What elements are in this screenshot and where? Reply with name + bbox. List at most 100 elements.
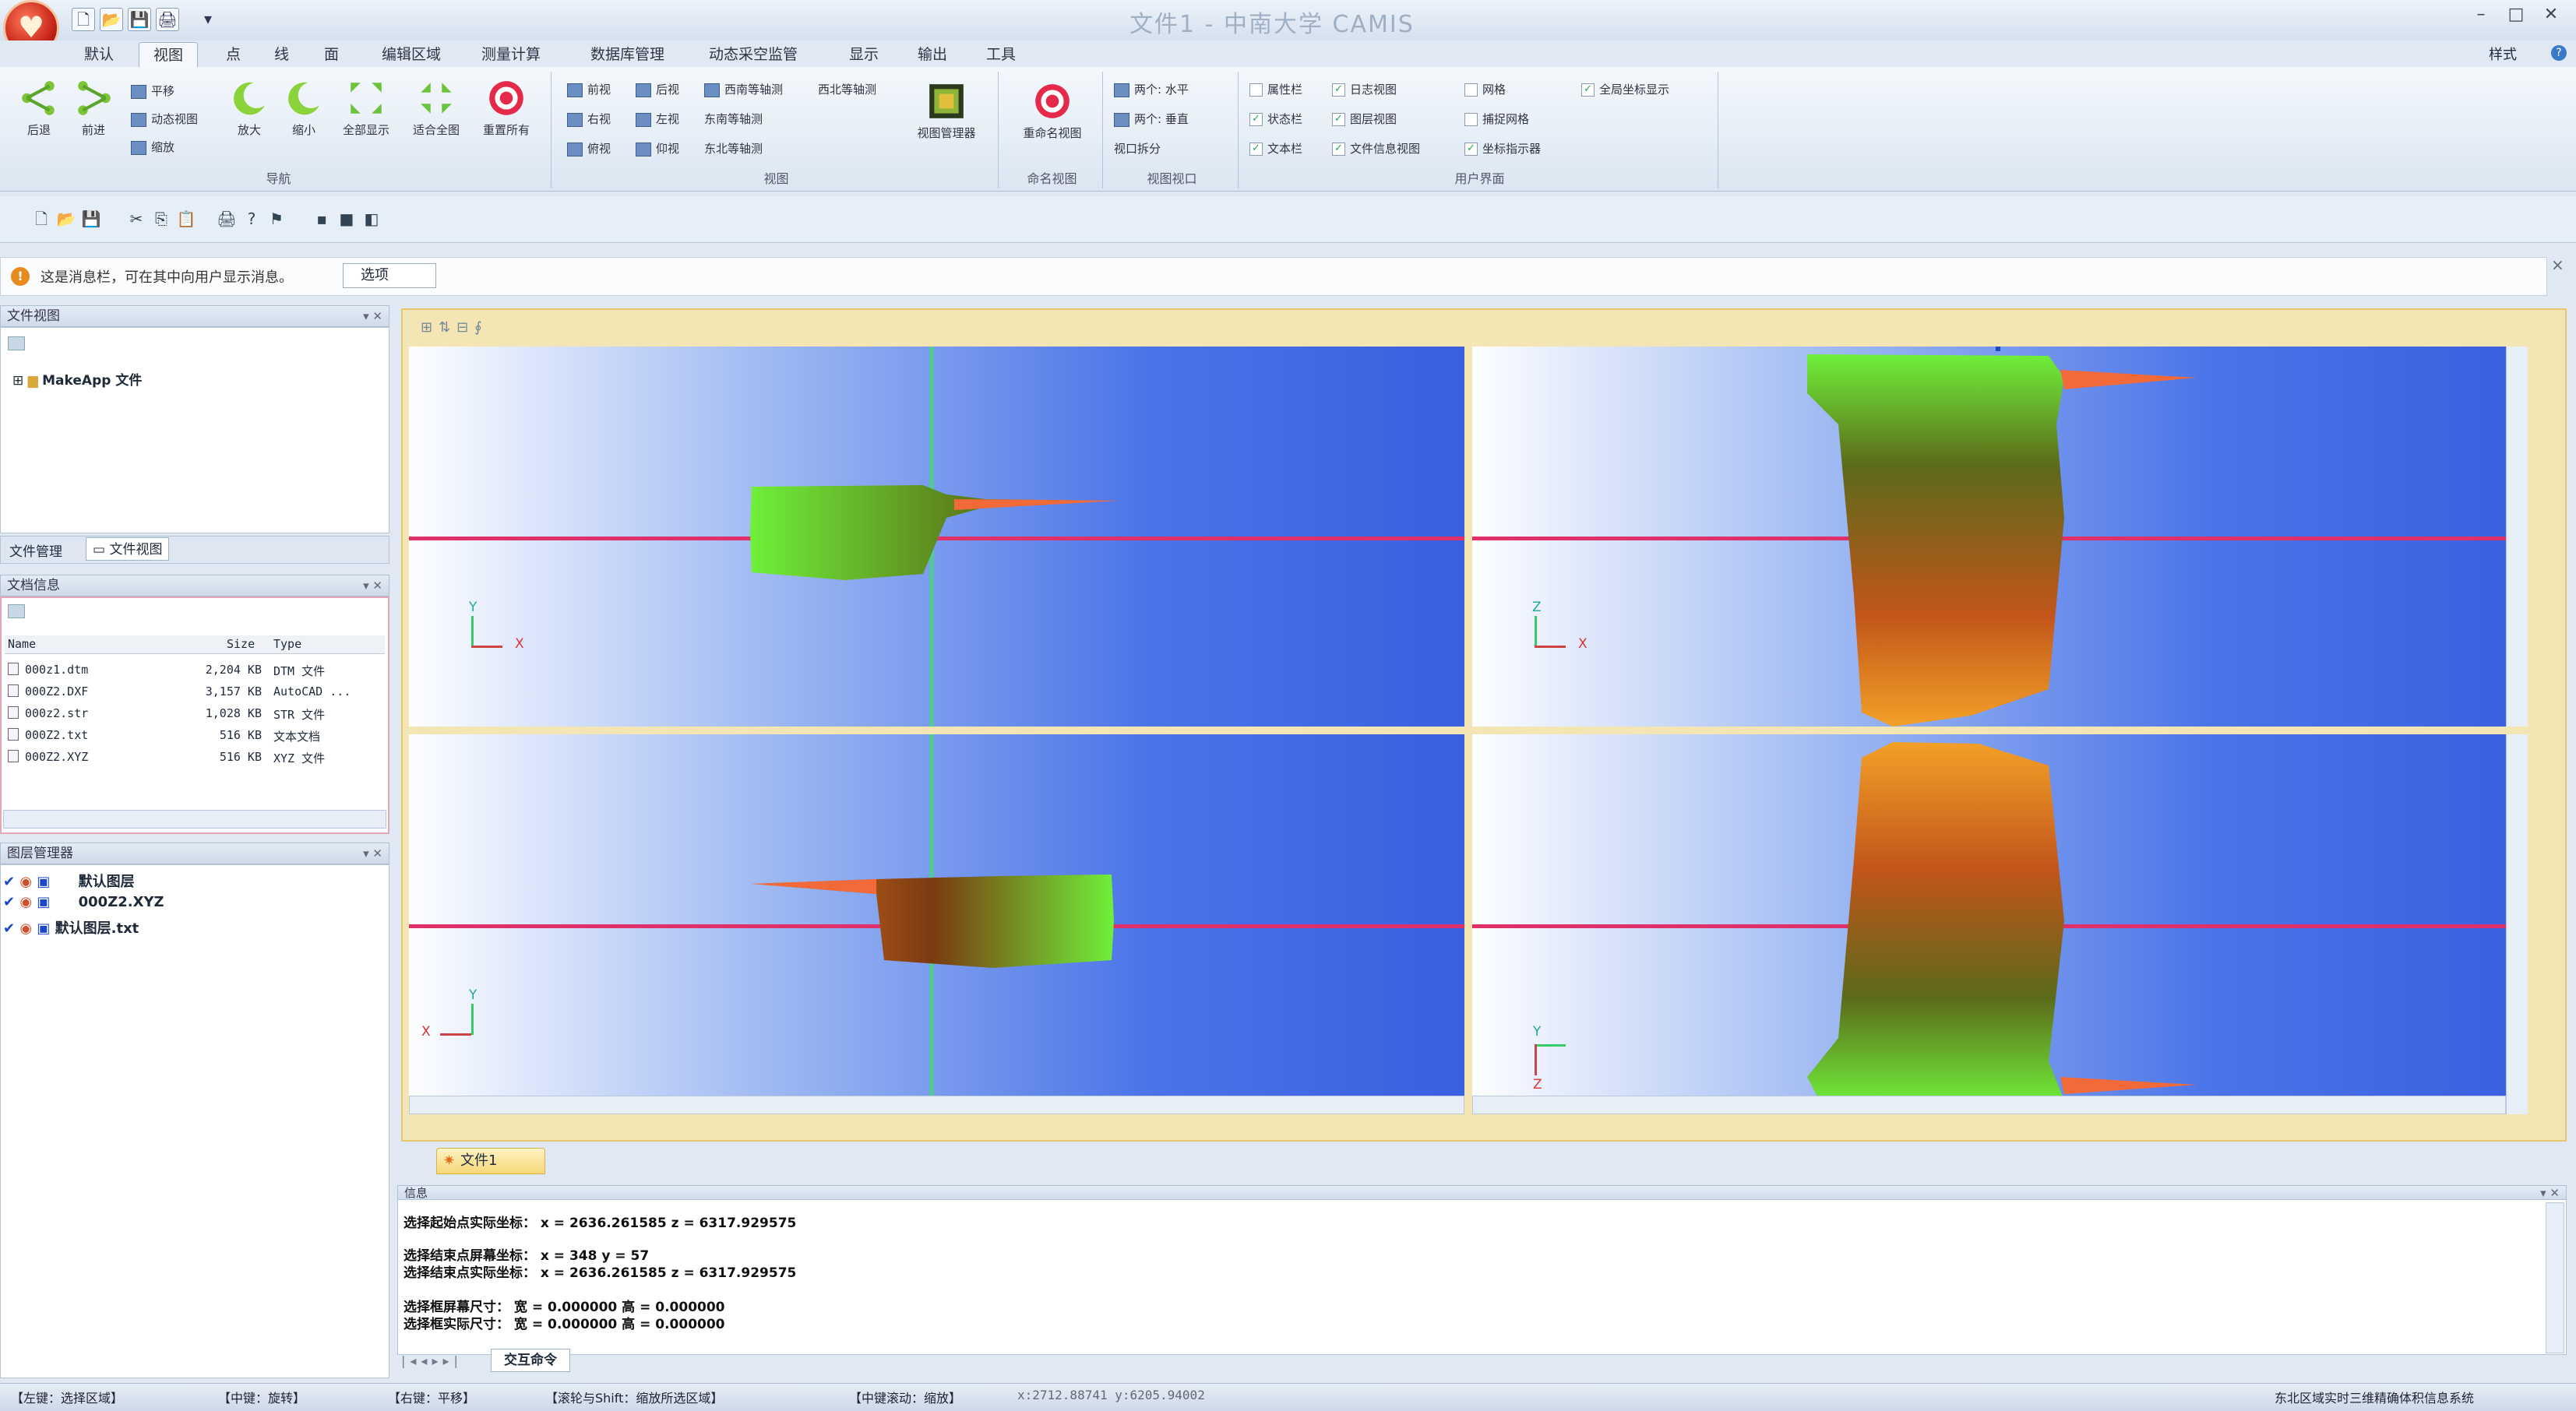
layer-item[interactable]: ✔ ◉ ▣ 默认图层 (3, 871, 135, 891)
two-vertical-button[interactable]: 两个: 垂直 (1114, 111, 1189, 127)
message-close-icon[interactable]: × (2551, 255, 2564, 274)
help-icon[interactable]: ? (241, 209, 262, 229)
horizontal-scrollbar[interactable] (409, 1096, 1464, 1114)
checkbox-ui-4[interactable]: ✓ 状态栏 (1249, 111, 1302, 127)
expand-icon[interactable]: ⊞ (12, 373, 28, 389)
bottom-view-button[interactable]: 仰视 (636, 140, 679, 157)
cut-icon[interactable]: ✂ (126, 209, 146, 229)
panel-pin-close-icons[interactable]: ▾ ✕ (363, 575, 382, 596)
document-tab[interactable]: ✷ 文件1 (436, 1148, 545, 1174)
tab-9[interactable]: 显示 (835, 42, 893, 67)
checkbox-ui-5[interactable]: ✓ 图层视图 (1332, 111, 1397, 127)
ne-iso-button[interactable]: 东北等轴测 (704, 140, 763, 157)
two-horizontal-button[interactable]: 两个: 水平 (1114, 81, 1189, 97)
checkbox-ui-7[interactable]: ✓ 文本栏 (1249, 140, 1302, 157)
tab-7[interactable]: 数据库管理 (576, 42, 678, 67)
dynamic-view-button[interactable]: 动态视图 (131, 111, 198, 127)
viewport-perspective[interactable]: Y Z (1472, 734, 2528, 1114)
message-options-button[interactable]: 选项 (343, 263, 436, 288)
viewport-top[interactable]: Y X (409, 734, 1464, 1114)
checkbox-box[interactable]: ✓ (1249, 113, 1263, 126)
tab-4[interactable]: 面 (310, 42, 353, 67)
show-all-button[interactable]: 全部显示 (335, 78, 397, 138)
checkbox-ui-0[interactable]: 属性栏 (1249, 81, 1302, 97)
tab-0[interactable]: 默认 (70, 42, 128, 67)
print-icon[interactable]: 🖨 (217, 209, 237, 229)
pan-button[interactable]: 平移 (131, 83, 174, 99)
view-manager-button[interactable]: 视图管理器 (904, 81, 989, 141)
separator-icon[interactable]: ▪ (312, 209, 332, 229)
back-button[interactable]: 后退 (16, 78, 62, 138)
horizontal-scrollbar[interactable] (1472, 1096, 2506, 1114)
layer-visible-check-icon[interactable]: ✔ (3, 874, 19, 890)
viewport-side[interactable]: Z X (1472, 347, 2528, 727)
doc-table-scrollbar[interactable] (3, 810, 386, 829)
tab-5[interactable]: 编辑区域 (368, 42, 455, 67)
open-icon[interactable]: 📂 (56, 209, 76, 229)
color-square-icon[interactable]: ■ (337, 209, 357, 229)
print-icon[interactable]: 🖨 (156, 8, 179, 31)
zoom-out-button[interactable]: 缩小 (280, 78, 327, 138)
rename-view-button[interactable]: 重命名视图 (1010, 81, 1095, 141)
paste-icon[interactable]: 📋 (176, 209, 196, 229)
panel-pin-close-icons[interactable]: ▾ ✕ (2540, 1186, 2560, 1200)
tab-3[interactable]: 线 (260, 42, 303, 67)
layer-visible-check-icon[interactable]: ✔ (3, 920, 19, 937)
sw-iso-button[interactable]: 西南等轴测 (704, 81, 783, 97)
tab-1[interactable]: 视图 (139, 42, 199, 67)
open-file-icon[interactable]: 📂 (100, 8, 123, 31)
tab-file-management[interactable]: 文件管理 (9, 540, 62, 560)
tab-6[interactable]: 测量计算 (467, 42, 555, 67)
checkbox-box[interactable]: ✓ (1332, 113, 1345, 126)
table-row[interactable]: 000Z2.txt 516 KB 文本文档 (5, 726, 385, 746)
checkbox-box[interactable]: ✓ (1464, 143, 1478, 156)
customize-quick-access-icon[interactable]: ▾ (196, 8, 220, 31)
back-view-button[interactable]: 后视 (636, 81, 679, 97)
nw-iso-button[interactable]: 西北等轴测 (818, 81, 876, 97)
close-button[interactable]: ✕ (2535, 5, 2567, 28)
help-icon[interactable]: ? (2551, 45, 2567, 61)
zoom-button[interactable]: 缩放 (131, 139, 174, 155)
viewport-toolbar-icons[interactable]: ⊞⇅⊟∮ (421, 319, 488, 336)
output-scrollbar[interactable] (2546, 1202, 2564, 1353)
new-icon[interactable]: 🗋 (31, 209, 51, 229)
right-view-button[interactable]: 右视 (567, 111, 611, 127)
reset-all-button[interactable]: 重置所有 (475, 78, 537, 138)
copy-icon[interactable]: ⎘ (151, 209, 171, 229)
panel-toolbar-icon[interactable] (8, 336, 25, 350)
tab-file-view[interactable]: ▭ 文件视图 (86, 537, 170, 561)
checkbox-ui-3[interactable]: ✓ 全局坐标显示 (1581, 81, 1669, 97)
layer-lock-icon[interactable]: ▣ (37, 894, 55, 910)
vertical-scrollbar[interactable] (2506, 734, 2528, 1114)
front-view-button[interactable]: 前视 (567, 81, 611, 97)
layer-item[interactable]: ✔ ◉ ▣ 000Z2.XYZ (3, 894, 164, 910)
checkbox-ui-2[interactable]: 网格 (1464, 81, 1506, 97)
checkbox-ui-6[interactable]: 捕捉网格 (1464, 111, 1529, 127)
checkbox-box[interactable]: ✓ (1249, 143, 1263, 156)
checkbox-ui-8[interactable]: ✓ 文件信息视图 (1332, 140, 1420, 157)
layer-lock-icon[interactable]: ▣ (37, 920, 55, 937)
panel-toolbar-icon[interactable] (8, 604, 25, 618)
checkbox-box[interactable]: ✓ (1581, 83, 1595, 97)
layer-visible-check-icon[interactable]: ✔ (3, 894, 19, 910)
layer-item[interactable]: ✔ ◉ ▣ 默认图层.txt (3, 917, 139, 938)
tab-10[interactable]: 输出 (904, 42, 961, 67)
tree-root-item[interactable]: ⊞ ▆ MakeApp 文件 (12, 369, 142, 389)
tab-interactive-command[interactable]: 交互命令 (491, 1349, 570, 1372)
top-view-button[interactable]: 俯视 (567, 140, 611, 157)
checkbox-box[interactable]: ✓ (1332, 83, 1345, 97)
viewport-split-button[interactable]: 视口拆分 (1114, 140, 1161, 157)
zoom-in-button[interactable]: 放大 (226, 78, 273, 138)
layer-lock-icon[interactable]: ▣ (37, 874, 55, 890)
checkbox-box[interactable] (1464, 113, 1478, 126)
table-row[interactable]: 000z1.dtm 2,204 KB DTM 文件 (5, 660, 385, 681)
tab-2[interactable]: 点 (212, 42, 255, 67)
view-toggle-icon[interactable]: ◧ (361, 209, 382, 229)
panel-pin-close-icons[interactable]: ▾ ✕ (363, 306, 382, 326)
minimize-button[interactable]: – (2465, 5, 2497, 28)
style-menu[interactable]: 样式 (2489, 44, 2517, 64)
viewport-front[interactable]: Y X (409, 347, 1464, 727)
col-name[interactable]: Name (8, 637, 36, 651)
table-row[interactable]: 000Z2.DXF 3,157 KB AutoCAD ... (5, 682, 385, 702)
left-view-button[interactable]: 左视 (636, 111, 679, 127)
